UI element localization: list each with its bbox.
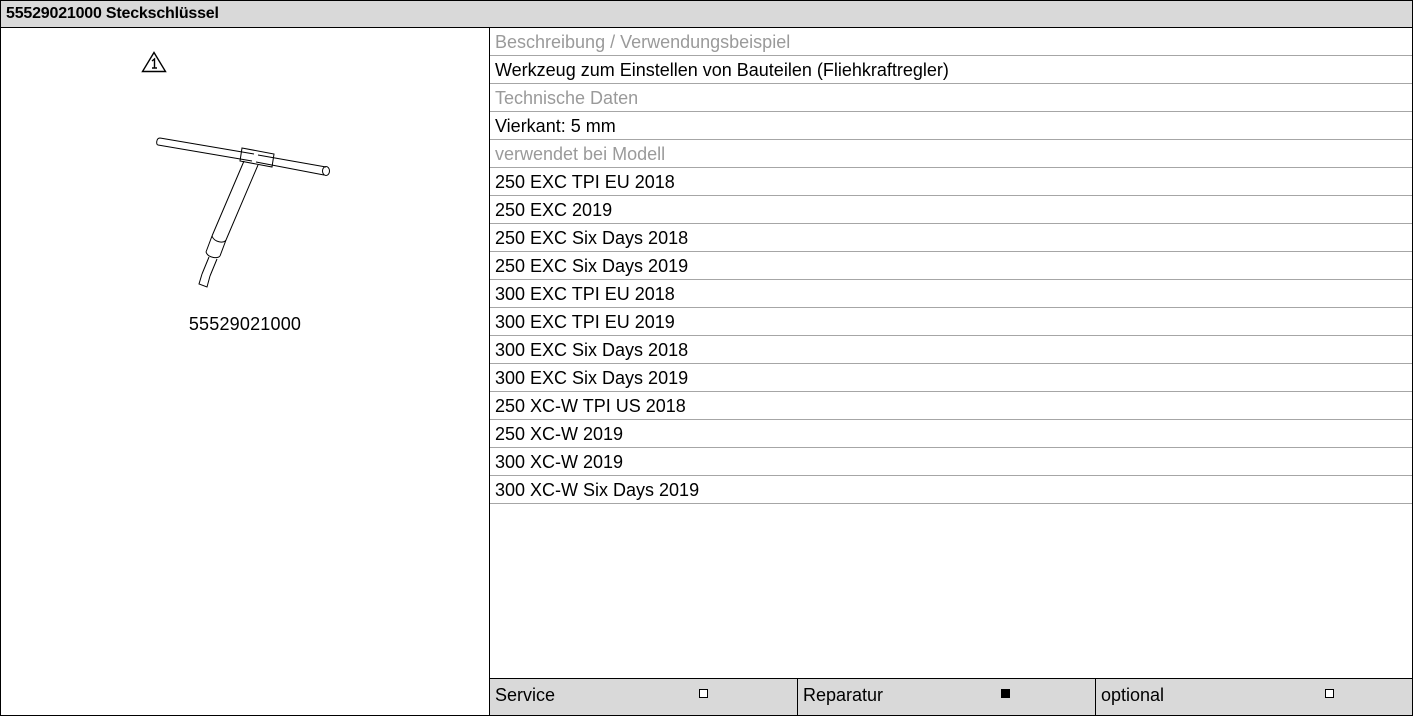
model-item: 250 EXC 2019: [490, 196, 1412, 224]
card-title: 55529021000 Steckschlüssel: [1, 1, 1412, 28]
model-item: 250 XC-W 2019: [490, 420, 1412, 448]
details-panel: Beschreibung / Verwendungsbeispiel Werkz…: [490, 28, 1412, 715]
model-item: 300 EXC Six Days 2018: [490, 336, 1412, 364]
model-item: 250 EXC Six Days 2018: [490, 224, 1412, 252]
optional-cell: optional: [1096, 679, 1412, 715]
model-item: 300 XC-W Six Days 2019: [490, 476, 1412, 504]
part-number: 55529021000: [188, 314, 302, 334]
description-label: Beschreibung / Verwendungsbeispiel: [490, 28, 1412, 56]
t-socket-wrench-drawing: [156, 137, 330, 288]
category-footer: Service Reparatur optional: [490, 678, 1412, 715]
tool-card: 55529021000 Steckschlüssel 55529021000 B…: [0, 0, 1413, 716]
model-item: 300 EXC Six Days 2019: [490, 364, 1412, 392]
model-item: 250 EXC Six Days 2019: [490, 252, 1412, 280]
repair-checkbox: [1001, 689, 1010, 698]
service-checkbox: [699, 689, 708, 698]
service-cell: Service: [490, 679, 798, 715]
optional-label: optional: [1101, 685, 1165, 705]
model-item: 300 EXC TPI EU 2019: [490, 308, 1412, 336]
optional-checkbox: [1325, 689, 1334, 698]
description-text: Werkzeug zum Einstellen von Bauteilen (F…: [490, 56, 1412, 84]
models-label: verwendet bei Modell: [490, 140, 1412, 168]
model-item: 300 XC-W 2019: [490, 448, 1412, 476]
repair-cell: Reparatur: [798, 679, 1096, 715]
warning-triangle-icon: [141, 51, 167, 73]
model-item: 250 EXC TPI EU 2018: [490, 168, 1412, 196]
repair-label: Reparatur: [803, 685, 884, 705]
technical-data-text: Vierkant: 5 mm: [490, 112, 1412, 140]
tool-image-panel: 55529021000: [1, 28, 490, 715]
model-item: 300 EXC TPI EU 2018: [490, 280, 1412, 308]
service-label: Service: [495, 685, 556, 705]
model-item: 250 XC-W TPI US 2018: [490, 392, 1412, 420]
technical-data-label: Technische Daten: [490, 84, 1412, 112]
